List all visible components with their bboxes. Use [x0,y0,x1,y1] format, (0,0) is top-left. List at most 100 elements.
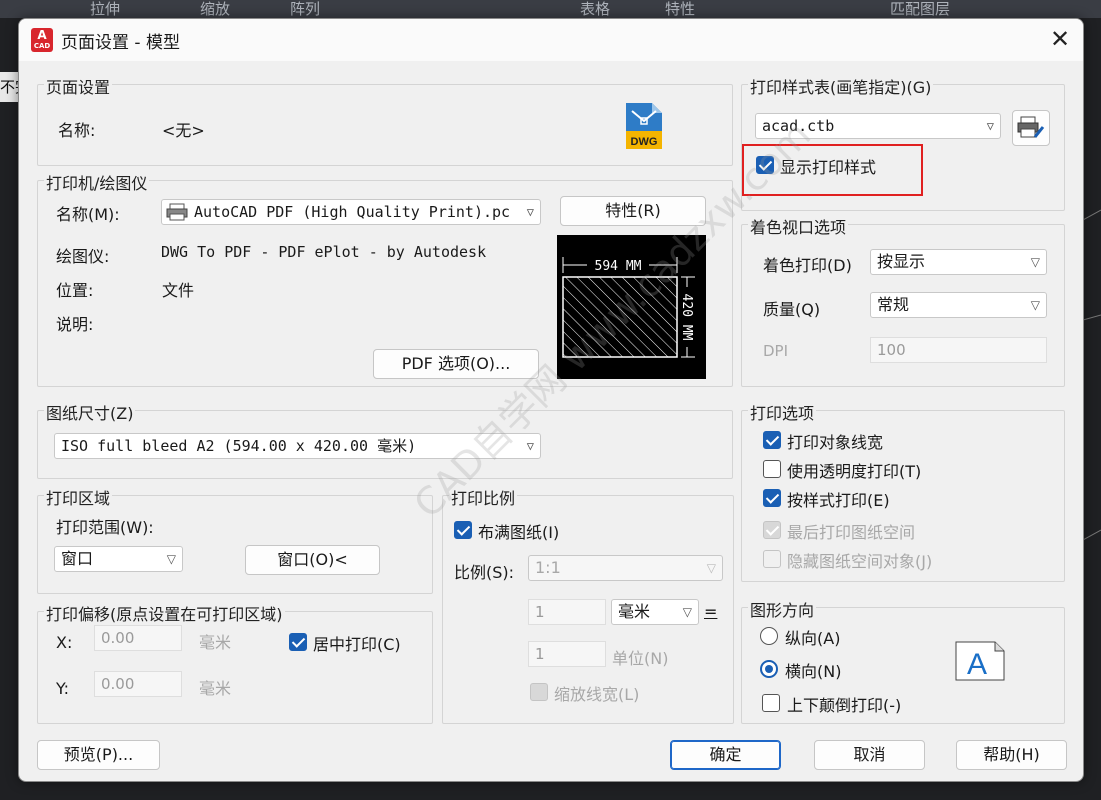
printer-name-dropdown[interactable]: AutoCAD PDF (High Quality Print).pc3 ▽ [161,199,541,225]
bg-toolbar-item: 阵列 [290,0,321,18]
paper-size-value: ISO full bleed A2 (594.00 x 420.00 毫米) [61,437,417,455]
plot-style-dropdown[interactable]: acad.ctb ▽ [755,113,1001,139]
dwg-file-icon: DWG [626,103,662,149]
bg-toolbar-item: 表格 [580,0,611,18]
help-button[interactable]: 帮助(H) [956,740,1067,770]
scale-lineweights-label: 缩放线宽(L) [554,685,640,704]
chevron-down-icon: ▽ [1030,255,1040,269]
plot-style-value: acad.ctb [762,117,835,135]
landscape-label: 横向(N) [785,662,842,681]
location-label: 位置: [56,281,94,300]
scale-unit-dropdown[interactable]: 毫米 ▽ [611,599,699,625]
upside-down-label: 上下颠倒打印(-) [787,696,902,715]
landscape-radio[interactable] [760,660,778,678]
pdf-options-button[interactable]: PDF 选项(O)... [373,349,539,379]
chevron-down-icon: ▽ [166,552,176,566]
plotter-value: DWG To PDF - PDF ePlot - by Autodesk [161,243,487,261]
quality-dropdown[interactable]: 常规 ▽ [870,292,1047,318]
plot-lineweights-checkbox[interactable] [763,431,781,449]
dpi-input[interactable]: 100 [870,337,1047,363]
hide-paperspace-objects-checkbox[interactable] [763,550,781,568]
plot-paperspace-last-checkbox[interactable] [763,521,781,539]
quality-value: 常规 [877,295,910,314]
ok-button[interactable]: 确定 [670,740,781,770]
description-label: 说明: [56,315,94,334]
scale-lineweights-checkbox[interactable] [530,683,548,701]
dialog-titlebar: A CAD 页面设置 - 模型 ✕ [19,19,1083,61]
fit-to-paper-checkbox[interactable] [454,521,472,539]
shaded-viewport-group-title: 着色视口选项 [748,214,849,238]
preview-button[interactable]: 预览(P)... [37,740,160,770]
edit-plot-style-button[interactable] [1012,110,1050,146]
scale-value2-input[interactable]: 1 [528,641,606,667]
paper-size-dropdown[interactable]: ISO full bleed A2 (594.00 x 420.00 毫米) ▽ [54,433,541,459]
center-plot-label: 居中打印(C) [313,635,401,654]
annotation-highlight-box [742,144,923,196]
scale-label: 比例(S): [454,563,515,582]
background-drawing-lines [1083,209,1101,541]
cancel-button[interactable]: 取消 [814,740,925,770]
close-icon[interactable]: ✕ [1047,27,1073,53]
bg-toolbar-item: 拉伸 [90,0,121,18]
svg-text:A: A [967,648,987,681]
plotter-label: 绘图仪: [56,247,110,266]
portrait-radio[interactable] [760,627,778,645]
offset-y-input[interactable]: 0.00 [94,671,182,697]
orientation-group-title: 图形方向 [748,597,817,621]
plot-range-value: 窗口 [61,549,94,568]
scale-dropdown[interactable]: 1:1 ▽ [528,555,723,581]
plot-with-styles-checkbox[interactable] [763,489,781,507]
offset-x-unit: 毫米 [199,633,232,652]
chevron-down-icon: ▽ [706,561,716,575]
plot-range-dropdown[interactable]: 窗口 ▽ [54,546,183,572]
shade-plot-label: 着色打印(D) [763,256,852,275]
window-select-button[interactable]: 窗口(O)< [245,545,380,575]
bg-toolbar-item: 缩放 [200,0,231,18]
upside-down-checkbox[interactable] [762,694,780,712]
plot-range-label: 打印范围(W): [56,518,154,537]
page-setup-group-title: 页面设置 [44,74,113,98]
plot-option-label: 隐藏图纸空间对象(J) [787,552,933,571]
portrait-label: 纵向(A) [785,629,841,648]
plot-option-label: 按样式打印(E) [787,491,890,510]
plot-transparency-checkbox[interactable] [763,460,781,478]
plot-option-label: 使用透明度打印(T) [787,462,922,481]
paper-preview: 594 MM 420 MM [557,235,706,379]
bg-toolbar-item: 匹配图层 [890,0,951,18]
plot-options-group-title: 打印选项 [748,400,817,424]
scale-value1-input[interactable]: 1 [528,599,606,625]
plot-area-group-title: 打印区域 [44,485,113,509]
offset-y-unit: 毫米 [199,679,232,698]
dpi-label: DPI [763,342,789,360]
chevron-down-icon: ▽ [682,605,692,619]
printer-group-title: 打印机/绘图仪 [44,170,150,194]
offset-y-label: Y: [56,679,70,698]
plot-option-label: 最后打印图纸空间 [787,523,916,542]
shade-plot-value: 按显示 [877,252,926,271]
shade-plot-dropdown[interactable]: 按显示 ▽ [870,249,1047,275]
bg-toolbar-item: 特性 [665,0,696,18]
page-setup-dialog: A CAD 页面设置 - 模型 ✕ 页面设置 名称: <无> DWG 打印机/绘图… [18,18,1084,782]
paper-size-group-title: 图纸尺寸(Z) [44,400,136,424]
preview-width-label: 594 MM [595,259,642,274]
background-left-text: 不完 [0,72,20,102]
plot-offset-group-title: 打印偏移(原点设置在可打印区域) [44,601,285,625]
properties-button[interactable]: 特性(R) [560,196,706,226]
fit-to-paper-label: 布满图纸(I) [478,523,560,542]
page-setup-name-label: 名称: [58,121,96,140]
center-plot-checkbox[interactable] [289,633,307,651]
quality-label: 质量(Q) [763,300,821,319]
page-setup-name-value: <无> [162,121,205,140]
preview-height-label: 420 MM [679,294,694,341]
chevron-down-icon: ▽ [986,119,994,133]
scale-value: 1:1 [535,558,561,577]
plot-option-label: 打印对象线宽 [787,433,884,452]
plot-scale-group-title: 打印比例 [449,485,518,509]
scale-units-label: 单位(N) [612,649,669,668]
chevron-down-icon: ▽ [1030,298,1040,312]
dwg-icon-label: DWG [631,136,658,148]
offset-x-input[interactable]: 0.00 [94,625,182,651]
autocad-app-icon: A CAD [31,28,53,52]
dialog-title: 页面设置 - 模型 [61,33,180,53]
background-toolbar: 拉伸 缩放 阵列 表格 特性 匹配图层 [0,0,1101,18]
